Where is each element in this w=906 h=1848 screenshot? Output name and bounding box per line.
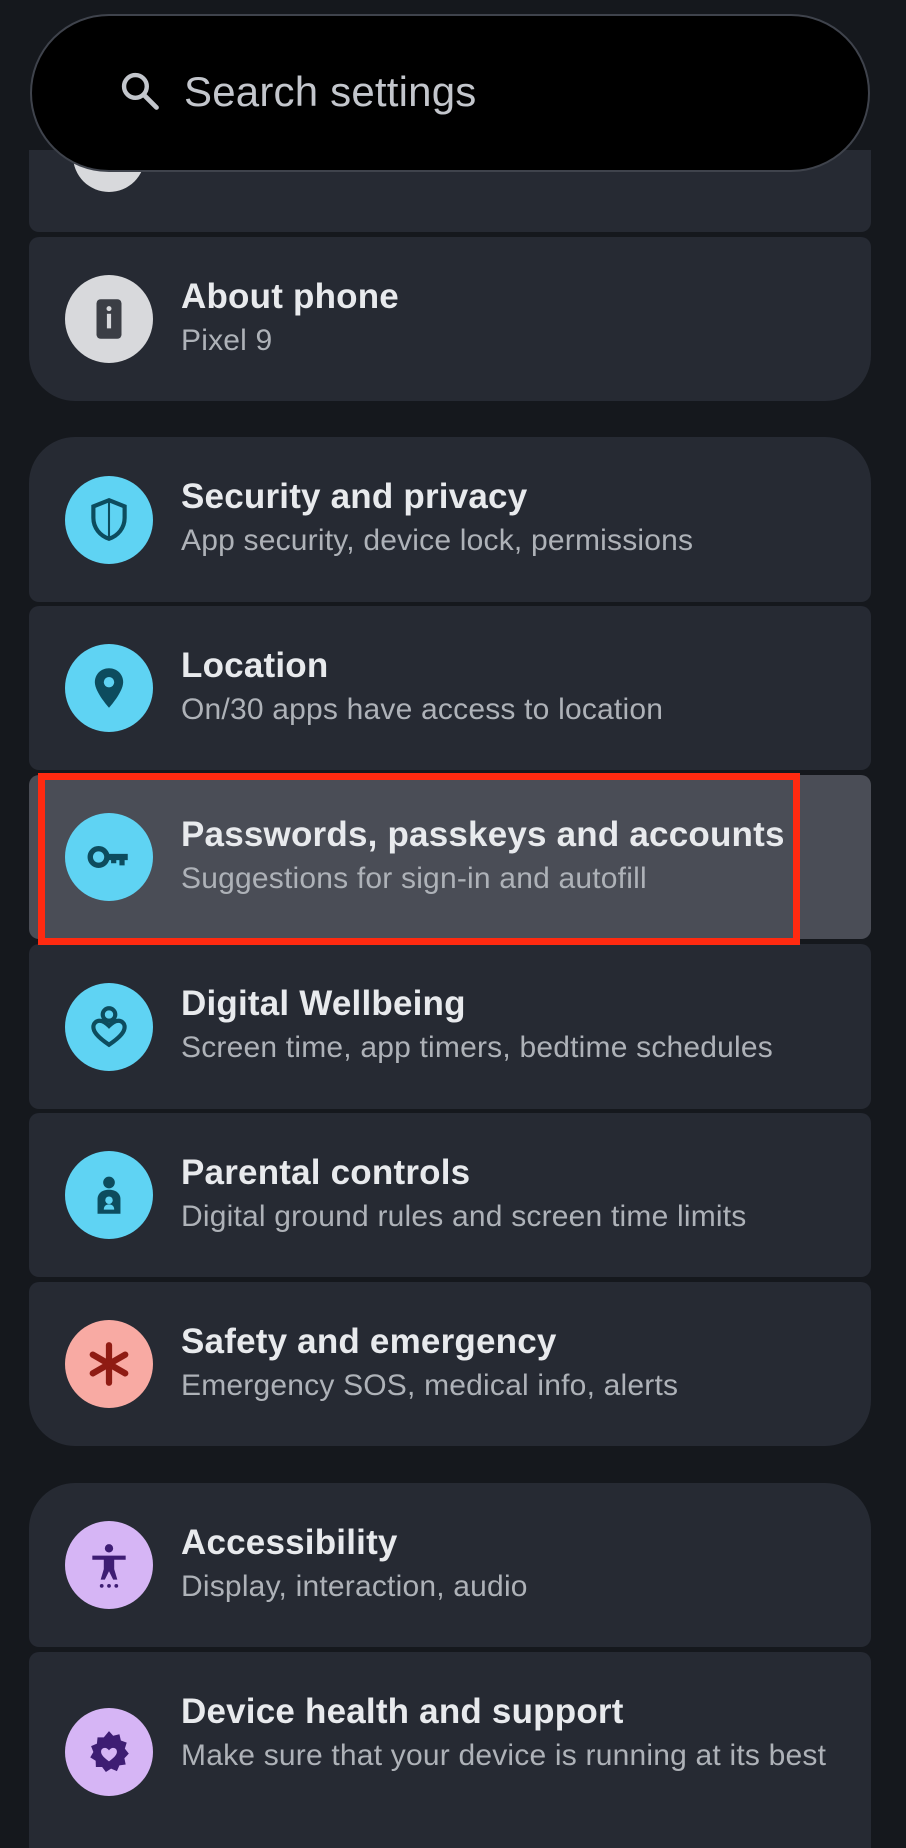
about-phone-icon-circle [65, 275, 153, 363]
device-health-title: Device health and support [181, 1692, 624, 1731]
accessibility-icon-circle [65, 1521, 153, 1609]
settings-item-about-phone[interactable]: About phone Pixel 9 [29, 237, 871, 401]
wellbeing-title: Digital Wellbeing [181, 984, 466, 1023]
accessibility-title: Accessibility [181, 1523, 398, 1562]
search-bar[interactable]: Search settings [30, 14, 870, 172]
about-phone-subtitle: Pixel 9 [181, 324, 273, 357]
parental-subtitle: Digital ground rules and screen time lim… [181, 1200, 747, 1233]
location-icon-circle [65, 644, 153, 732]
wellbeing-subtitle: Screen time, app timers, bedtime schedul… [181, 1031, 774, 1064]
passwords-icon-circle [65, 813, 153, 901]
security-subtitle: App security, device lock, permissions [181, 524, 694, 557]
passwords-title: Passwords, passkeys and accounts [181, 815, 785, 854]
parental-icon-circle [65, 1151, 153, 1239]
device-health-icon-circle [65, 1708, 153, 1796]
location-title: Location [181, 646, 329, 685]
location-subtitle: On/30 apps have access to location [181, 693, 664, 726]
security-icon-circle [65, 476, 153, 564]
wellbeing-icon-circle [65, 983, 153, 1071]
device-health-icon [90, 1731, 129, 1772]
asterisk-icon [89, 1342, 129, 1386]
info-icon [96, 299, 122, 339]
safety-subtitle: Emergency SOS, medical info, alerts [181, 1369, 679, 1402]
parental-controls-icon [97, 1176, 121, 1214]
about-phone-title: About phone [181, 277, 399, 316]
settings-item-accessibility[interactable]: Accessibility Display, interaction, audi… [29, 1483, 871, 1647]
settings-item-device-health[interactable]: Device health and support Make sure that… [29, 1652, 871, 1848]
key-icon [87, 845, 128, 869]
location-pin-icon [94, 668, 124, 708]
passwords-subtitle: Suggestions for sign-in and autofill [181, 862, 647, 895]
safety-icon-circle [65, 1320, 153, 1408]
security-title: Security and privacy [181, 477, 528, 516]
search-placeholder: Search settings [184, 68, 477, 116]
parental-title: Parental controls [181, 1153, 471, 1192]
settings-item-digital-wellbeing[interactable]: Digital Wellbeing Screen time, app timer… [29, 944, 871, 1109]
device-health-subtitle: Make sure that your device is running at… [181, 1739, 827, 1772]
settings-screen: Search settings About phone Pixel 9 Secu… [0, 0, 906, 1848]
settings-item-parental-controls[interactable]: Parental controls Digital ground rules a… [29, 1113, 871, 1277]
wellbeing-icon [91, 1006, 127, 1048]
settings-item-passwords-accounts[interactable]: Passwords, passkeys and accounts Suggest… [29, 775, 871, 939]
settings-item-security-privacy[interactable]: Security and privacy App security, devic… [29, 437, 871, 602]
settings-item-safety-emergency[interactable]: Safety and emergency Emergency SOS, medi… [29, 1282, 871, 1446]
shield-icon [91, 497, 127, 541]
accessibility-icon [92, 1544, 126, 1588]
accessibility-subtitle: Display, interaction, audio [181, 1570, 528, 1603]
search-icon [121, 72, 159, 110]
settings-item-location[interactable]: Location On/30 apps have access to locat… [29, 606, 871, 770]
safety-title: Safety and emergency [181, 1322, 557, 1361]
